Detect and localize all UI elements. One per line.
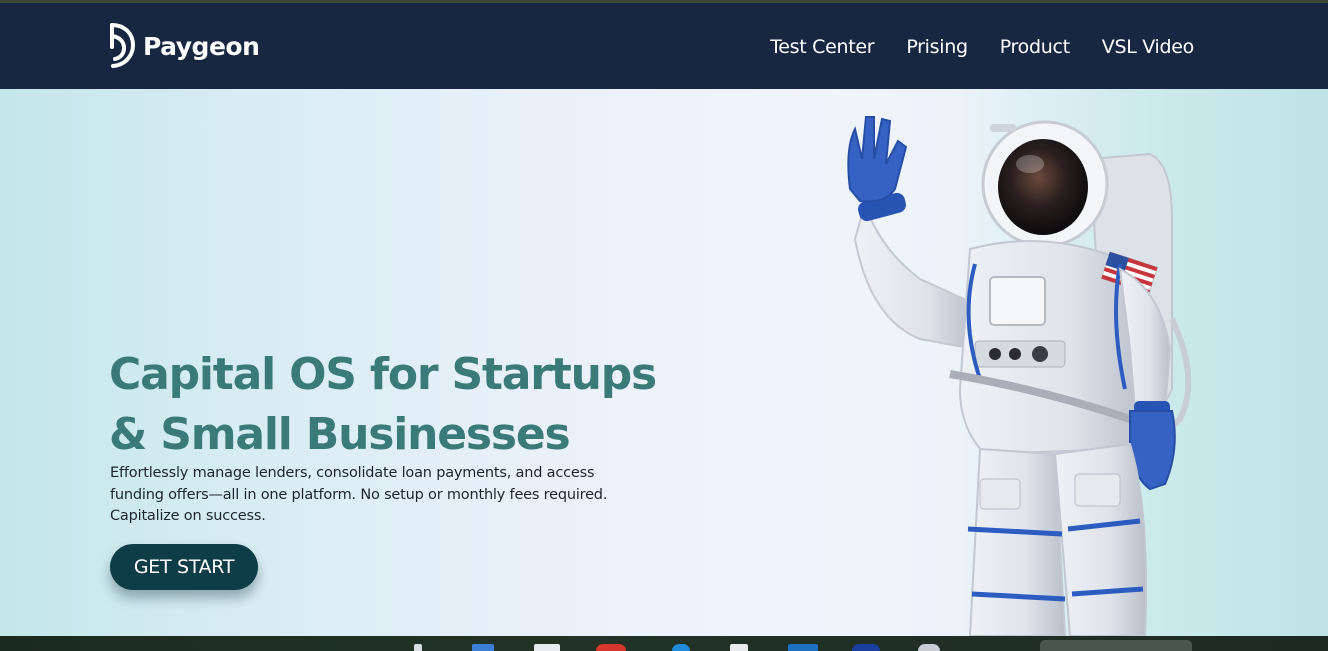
hero-subtitle-line-1: Effortlessly manage lenders, consolidate… (110, 465, 595, 481)
astronaut-illustration (847, 116, 1192, 636)
nav-test-center[interactable]: Test Center (770, 36, 874, 58)
app-icon[interactable] (918, 644, 940, 651)
hero-subtitle-line-3: Capitalize on success. (110, 508, 266, 524)
mail-icon[interactable] (534, 644, 560, 651)
hero-subtitle-line-2: funding offers—all in one platform. No s… (110, 486, 608, 503)
main-nav: Test Center Prising Product VSL Video (770, 36, 1194, 58)
nav-prising[interactable]: Prising (906, 36, 968, 58)
edge-icon[interactable] (672, 644, 690, 651)
os-taskbar (0, 636, 1328, 651)
get-start-button[interactable]: GET START (110, 544, 258, 590)
hero-section: Capital OS for Startups & Small Business… (0, 89, 1328, 636)
nav-vsl-video[interactable]: VSL Video (1102, 36, 1195, 58)
folder-icon[interactable] (414, 644, 422, 651)
paygeon-logo-icon (110, 23, 135, 68)
hero-title-line-1: Capital OS for Startups (109, 349, 657, 400)
navbar: Paygeon Test Center Prising Product VSL … (0, 3, 1328, 89)
photos-icon[interactable] (472, 644, 494, 651)
hero-title-line-2: & Small Businesses (109, 409, 571, 460)
taskbar-search-box[interactable] (1040, 640, 1192, 651)
settings-icon[interactable] (730, 644, 748, 651)
brand-logo[interactable]: Paygeon (109, 23, 260, 69)
nav-product[interactable]: Product (1000, 36, 1070, 58)
hero-subtitle: Effortlessly manage lenders, consolidate… (110, 463, 640, 528)
app-icon[interactable] (852, 644, 880, 651)
hero-title: Capital OS for Startups & Small Business… (109, 345, 669, 465)
brand-name: Paygeon (143, 31, 260, 61)
store-icon[interactable] (788, 644, 818, 651)
chrome-icon[interactable] (596, 644, 626, 651)
